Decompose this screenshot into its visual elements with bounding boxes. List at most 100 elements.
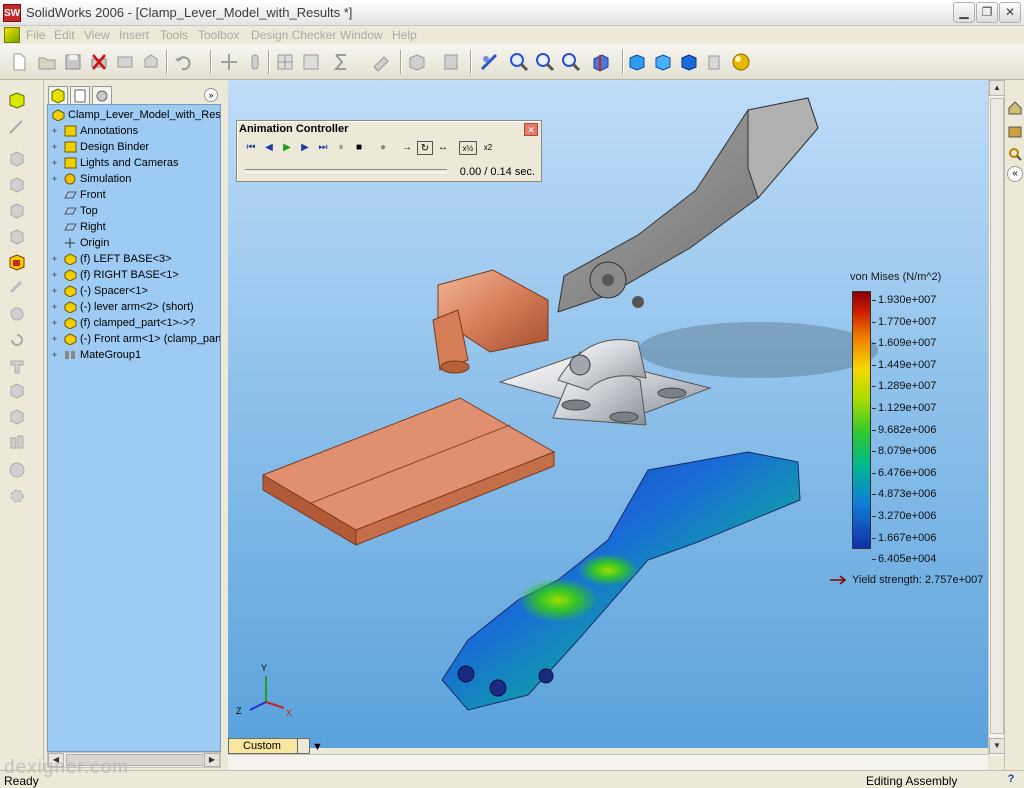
wireframe-button[interactable]: [626, 51, 648, 73]
sum-button[interactable]: [330, 51, 352, 73]
graphics-horizontal-scrollbar[interactable]: [228, 754, 988, 770]
step-forward-button[interactable]: ▶: [297, 141, 313, 155]
grid-button[interactable]: [274, 51, 296, 73]
menu-insert[interactable]: Insert: [119, 28, 149, 42]
open-button[interactable]: [36, 51, 58, 73]
part-button[interactable]: [406, 51, 428, 73]
fast-forward-button[interactable]: ⏭: [315, 141, 331, 155]
animation-time-slider[interactable]: [245, 169, 447, 173]
tab-configuration-manager[interactable]: [92, 86, 112, 106]
section-view-button[interactable]: [590, 51, 612, 73]
chamfer-button[interactable]: [7, 304, 27, 324]
save-button[interactable]: [62, 51, 84, 73]
print-preview-button[interactable]: [114, 51, 136, 73]
tree-item[interactable]: Front: [48, 187, 220, 203]
animation-close-button[interactable]: ✕: [524, 123, 538, 136]
view-configuration-combo[interactable]: Custom ▼: [228, 738, 323, 754]
properties-button[interactable]: [300, 51, 322, 73]
assembly-button[interactable]: [440, 51, 462, 73]
menu-toolbox[interactable]: Toolbox: [198, 28, 239, 42]
explode-button[interactable]: [7, 432, 27, 452]
shaded-button[interactable]: [678, 51, 700, 73]
tree-item[interactable]: + (-) Front arm<1> (clamp_part): [48, 331, 220, 347]
document-icon[interactable]: [4, 27, 20, 43]
stop-button[interactable]: ■: [351, 141, 367, 155]
feature-tool-button[interactable]: [7, 148, 27, 168]
restore-button[interactable]: ❐: [976, 2, 998, 23]
step-back-button[interactable]: ◀: [261, 141, 277, 155]
expand-panel-button[interactable]: »: [204, 88, 218, 102]
view-combo-dropdown-button[interactable]: ▼: [297, 739, 323, 753]
sketch-tool-button[interactable]: [7, 90, 27, 110]
record-button[interactable]: ●: [375, 141, 391, 155]
tree-expander[interactable]: +: [52, 299, 57, 315]
stress-result-part[interactable]: [441, 451, 801, 711]
tab-property-manager[interactable]: [70, 86, 90, 106]
graphics-vertical-scrollbar[interactable]: ▲ ▼: [988, 80, 1005, 756]
tree-expander[interactable]: +: [52, 331, 57, 347]
tree-item[interactable]: + (f) clamped_part<1>->?: [48, 315, 220, 331]
fillet-button[interactable]: [7, 278, 27, 298]
tree-item[interactable]: + (f) RIGHT BASE<1>: [48, 267, 220, 283]
half-speed-button[interactable]: x½: [459, 141, 477, 155]
menu-design-checker[interactable]: Design Checker: [251, 28, 336, 42]
clamp-arm-copper-part[interactable]: [432, 269, 549, 374]
menu-view[interactable]: View: [84, 28, 110, 42]
tree-item[interactable]: + MateGroup1: [48, 347, 220, 363]
simulation-tool-button[interactable]: [7, 460, 27, 480]
perspective-button[interactable]: [704, 51, 726, 73]
smart-dimension-button[interactable]: [7, 118, 27, 138]
menu-file[interactable]: File: [26, 28, 45, 42]
minimize-button[interactable]: ▁: [953, 2, 975, 23]
tree-item[interactable]: Top: [48, 203, 220, 219]
tree-item[interactable]: Origin: [48, 235, 220, 251]
tab-feature-tree[interactable]: [48, 86, 68, 106]
play-button[interactable]: ▶: [279, 141, 295, 155]
resources-tab[interactable]: [1007, 100, 1023, 116]
publish-button[interactable]: [140, 51, 162, 73]
loop-playback-button[interactable]: ↻: [417, 141, 433, 155]
undo-button[interactable]: [172, 51, 194, 73]
graphics-area[interactable]: Y X Z Animation Controller ✕ ⏮ ◀ ▶ ▶ ⏭ ⏸…: [228, 80, 988, 748]
tree-item[interactable]: + Simulation: [48, 171, 220, 187]
menu-window[interactable]: Window: [340, 28, 383, 42]
double-speed-button[interactable]: x2: [479, 141, 497, 155]
print-button[interactable]: [88, 51, 110, 73]
tree-item[interactable]: + (-) lever arm<2> (short): [48, 299, 220, 315]
tree-item[interactable]: + Design Binder: [48, 139, 220, 155]
hidden-lines-button[interactable]: [652, 51, 674, 73]
menu-help[interactable]: Help: [392, 28, 417, 42]
tree-item[interactable]: + (f) LEFT BASE<3>: [48, 251, 220, 267]
pause-button[interactable]: ⏸: [333, 141, 349, 155]
move-component-button[interactable]: [7, 406, 27, 426]
normal-playback-button[interactable]: →: [399, 141, 415, 155]
analysis-button[interactable]: [7, 486, 27, 506]
tree-expander[interactable]: +: [52, 171, 57, 187]
mate-button[interactable]: [7, 380, 27, 400]
tree-item[interactable]: Right: [48, 219, 220, 235]
new-button[interactable]: [8, 51, 30, 73]
rewind-button[interactable]: ⏮: [243, 141, 259, 155]
view-orientation-button[interactable]: [478, 51, 500, 73]
tree-expander[interactable]: +: [52, 139, 57, 155]
tree-expander[interactable]: +: [52, 155, 57, 171]
select-button[interactable]: [218, 51, 240, 73]
file-explorer-tab[interactable]: [1007, 146, 1023, 162]
help-icon[interactable]: ?: [1004, 773, 1018, 787]
sketch-button[interactable]: [370, 51, 392, 73]
tree-root[interactable]: Clamp_Lever_Model_with_Results: [48, 107, 220, 123]
tree-expander[interactable]: +: [52, 315, 57, 331]
collapse-task-pane-button[interactable]: «: [1007, 166, 1023, 182]
revolve-button[interactable]: [7, 174, 27, 194]
tree-item[interactable]: + (-) Spacer<1>: [48, 283, 220, 299]
zoom-in-out-button[interactable]: [560, 51, 582, 73]
menu-edit[interactable]: Edit: [54, 28, 75, 42]
menu-tools[interactable]: Tools: [160, 28, 188, 42]
tree-expander[interactable]: +: [52, 267, 57, 283]
scroll-down-button[interactable]: ▼: [989, 738, 1005, 754]
base-plate-part[interactable]: [261, 397, 556, 546]
zoom-area-button[interactable]: [534, 51, 556, 73]
tree-expander[interactable]: +: [52, 283, 57, 299]
close-button[interactable]: ✕: [999, 2, 1021, 23]
assembly-tool-button[interactable]: [7, 252, 27, 272]
